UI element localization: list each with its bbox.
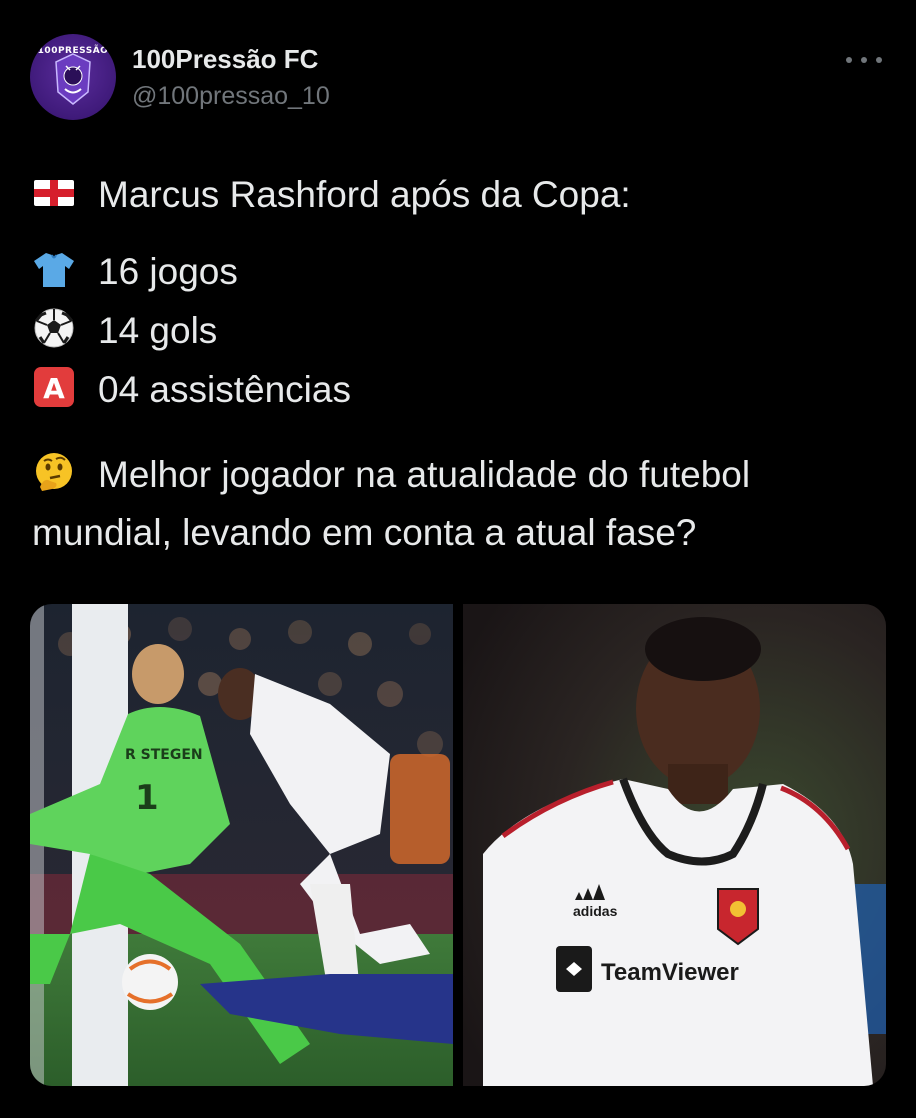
author-name[interactable]: 100Pressão FC <box>132 44 318 75</box>
tweet-headline-line: Marcus Rashford após da Copa: <box>32 171 631 217</box>
more-options-button[interactable] <box>846 50 882 70</box>
soccer-ball-icon <box>34 308 74 348</box>
brand-label: adidas <box>573 903 618 919</box>
keeper-jersey-name: R STEGEN <box>125 747 203 763</box>
media-grid: R STEGEN 1 adidas TeamViewer <box>30 604 886 1086</box>
sponsor-label: TeamViewer <box>601 959 739 986</box>
thinking-face-icon <box>36 453 72 492</box>
tweet-question-block: Melhor jogador na atualidade do futebol … <box>32 446 892 562</box>
tweet-headline: Marcus Rashford após da Copa: <box>98 174 631 216</box>
stat-line-goals: 14 gols <box>32 307 217 353</box>
tweet-question: Melhor jogador na atualidade do futebol … <box>32 454 751 553</box>
match-action-photo[interactable]: R STEGEN 1 <box>30 604 453 1086</box>
dot-icon <box>846 57 852 63</box>
dot-icon <box>861 57 867 63</box>
letter-a-icon: A <box>34 367 74 408</box>
england-flag-icon <box>34 180 74 207</box>
stat-assists: 04 assistências <box>98 369 351 411</box>
author-handle[interactable]: @100pressao_10 <box>132 82 330 111</box>
jersey-icon <box>34 253 74 288</box>
tweet: 100PRESSÃO 100Pressão FC @100pressao_10 … <box>0 0 916 1118</box>
keeper-jersey-number: 1 <box>135 778 159 818</box>
avatar[interactable]: 100PRESSÃO <box>30 34 116 120</box>
svg-text:A: A <box>43 372 65 405</box>
stat-line-games: 16 jogos <box>32 248 238 294</box>
stat-goals: 14 gols <box>98 310 218 352</box>
avatar-logo-text: 100PRESSÃO <box>37 46 109 56</box>
player-portrait-image: adidas TeamViewer <box>463 604 886 1086</box>
stat-line-assists: A 04 assistências <box>32 366 351 412</box>
stat-games: 16 jogos <box>98 251 238 293</box>
dot-icon <box>876 57 882 63</box>
player-portrait-photo[interactable]: adidas TeamViewer <box>463 604 886 1086</box>
match-action-image: R STEGEN 1 <box>30 604 453 1086</box>
